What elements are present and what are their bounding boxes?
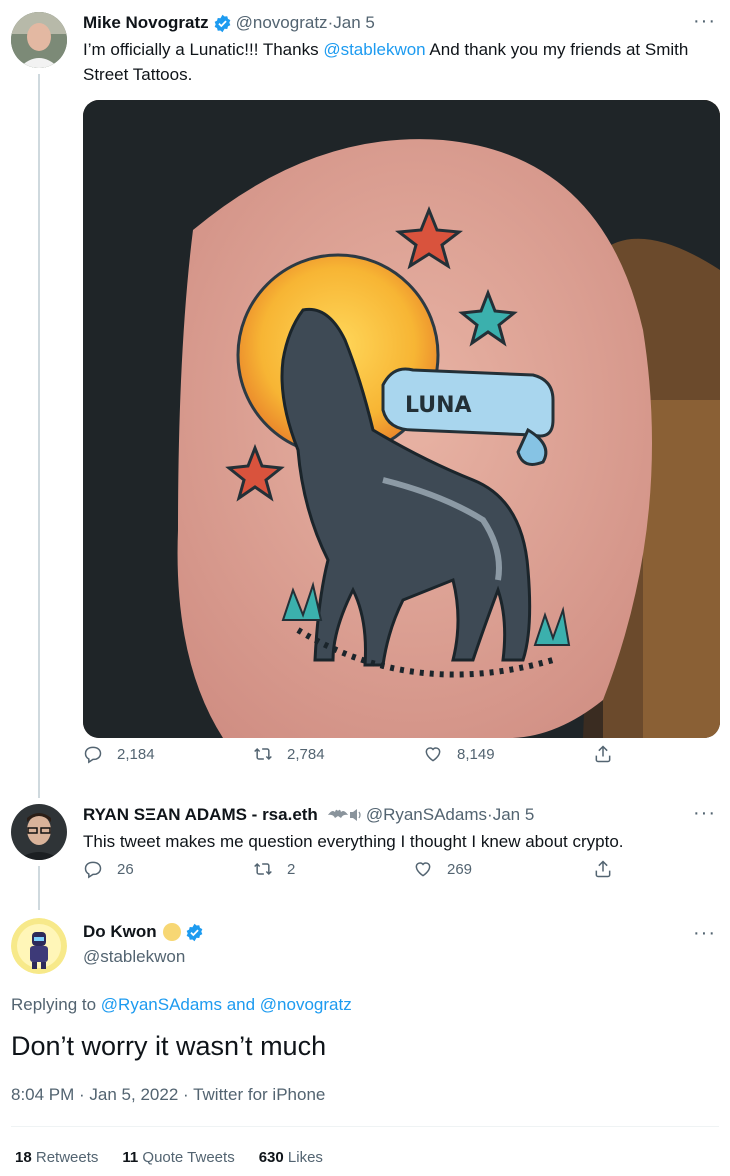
reply-button[interactable]: 2,184: [83, 744, 155, 764]
avatar-novogratz[interactable]: [11, 12, 67, 68]
share-button[interactable]: [593, 859, 613, 879]
tweet-text: This tweet makes me question everything …: [83, 832, 624, 851]
thread-line: [38, 74, 40, 798]
reply-button[interactable]: 26: [83, 859, 134, 879]
replying-label: Replying to: [11, 995, 101, 1014]
like-button[interactable]: 269: [413, 859, 472, 879]
author-handle[interactable]: @stablekwon: [83, 947, 185, 967]
reply-icon: [84, 746, 102, 764]
quotes-label: Quote Tweets: [138, 1149, 235, 1166]
reply-user-link[interactable]: @novogratz: [260, 995, 352, 1014]
retweet-button[interactable]: 2,784: [253, 744, 325, 764]
share-button[interactable]: [593, 744, 613, 764]
verified-icon: [214, 14, 230, 32]
reply-count: 26: [117, 860, 134, 878]
reply-and: and: [221, 995, 260, 1014]
quotes-count: 11: [122, 1149, 139, 1166]
more-icon[interactable]: ···: [693, 922, 716, 945]
author-name[interactable]: Do Kwon: [83, 922, 157, 942]
reply-count: 2,184: [117, 745, 155, 763]
reply-user-link[interactable]: @RyanSAdams: [101, 995, 222, 1014]
mention-link[interactable]: @stablekwon: [323, 40, 425, 59]
like-count: 8,149: [457, 745, 495, 763]
thread-line: [38, 866, 40, 910]
retweet-button[interactable]: 2: [253, 859, 295, 879]
reply-icon: [84, 861, 102, 879]
engagement-stats: 18 Retweets 11 Quote Tweets 630 Likes: [15, 1149, 347, 1166]
author-handle[interactable]: @novogratz: [236, 13, 328, 33]
more-icon[interactable]: ···: [693, 10, 716, 33]
retweet-icon: [254, 747, 272, 761]
bat-icon: [326, 806, 362, 824]
more-icon[interactable]: ···: [693, 802, 716, 825]
likes-label: Likes: [283, 1149, 323, 1166]
share-icon: [595, 745, 611, 763]
tweet-date[interactable]: Jan 5: [333, 13, 375, 33]
like-count: 269: [447, 860, 473, 878]
retweets-stat[interactable]: 18 Retweets: [15, 1149, 98, 1166]
likes-stat[interactable]: 630 Likes: [259, 1149, 323, 1166]
avatar-stablekwon[interactable]: [11, 918, 67, 974]
author-name[interactable]: Mike Novogratz: [83, 13, 209, 33]
main-tweet-text: Don’t worry it wasn’t much: [11, 1031, 327, 1061]
share-icon: [595, 860, 611, 878]
verified-icon: [186, 923, 202, 941]
moon-emoji-icon: [162, 923, 181, 941]
replying-to: Replying to @RyanSAdams and @novogratz: [11, 995, 352, 1015]
author-name[interactable]: RYAN SΞAN ADAMS - rsa.eth: [83, 805, 318, 825]
like-icon: [415, 862, 431, 877]
retweet-icon: [254, 862, 272, 876]
retweet-count: 2: [287, 860, 296, 878]
retweet-count: 2,784: [287, 745, 325, 763]
author-handle[interactable]: @RyanSAdams: [366, 805, 487, 825]
tweet-timestamp[interactable]: 8:04 PM · Jan 5, 2022 · Twitter for iPho…: [11, 1085, 325, 1105]
like-button[interactable]: 8,149: [423, 744, 495, 764]
like-icon: [425, 747, 441, 762]
tweet-text: I’m officially a Lunatic!!! Thanks @stab…: [83, 37, 703, 87]
retweets-label: Retweets: [31, 1149, 99, 1166]
quote-tweets-stat[interactable]: 11 Quote Tweets: [122, 1149, 234, 1166]
divider: [11, 1126, 719, 1127]
likes-count: 630: [258, 1149, 284, 1166]
tweet-text-part: I’m officially a Lunatic!!! Thanks: [83, 40, 324, 59]
avatar-ryansadams[interactable]: [11, 804, 67, 860]
banner-text: LUNA: [405, 393, 472, 418]
retweets-count: 18: [15, 1149, 32, 1166]
tweet-date[interactable]: Jan 5: [493, 805, 535, 825]
tweet-image[interactable]: LUNA: [83, 100, 720, 738]
